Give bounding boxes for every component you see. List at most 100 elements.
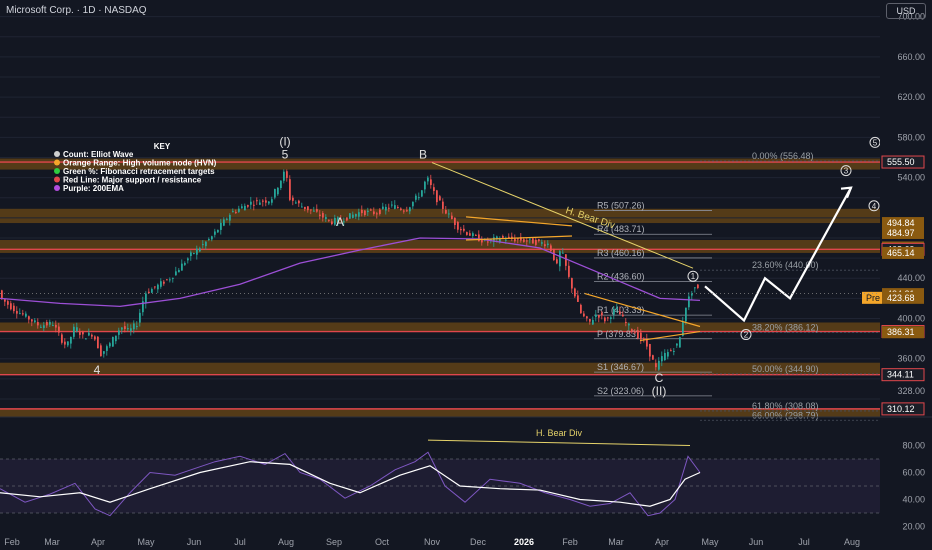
candle-body	[640, 332, 642, 340]
fib-label-0: 0.00% (556.48)	[752, 151, 814, 161]
candle-body	[178, 270, 180, 273]
candle-body	[397, 207, 399, 209]
time-tick-5: Jul	[234, 537, 246, 547]
candle-body	[370, 209, 372, 211]
time-tick-2: Apr	[91, 537, 105, 547]
candle-body	[25, 313, 27, 317]
time-tick-16: Jun	[749, 537, 764, 547]
candle-body	[418, 197, 420, 199]
candle-body	[82, 331, 84, 335]
time-tick-10: Dec	[470, 537, 487, 547]
candle-body	[625, 321, 627, 324]
currency-button[interactable]: USD	[886, 3, 926, 19]
time-tick-9: Nov	[424, 537, 441, 547]
candle-body	[523, 239, 525, 242]
candle-body	[163, 281, 165, 284]
candle-body	[244, 205, 246, 211]
candle-body	[439, 196, 441, 201]
candle-body	[10, 303, 12, 310]
candle-body	[175, 271, 177, 276]
price-label-2: 484.97	[887, 228, 915, 238]
candle-body	[568, 265, 570, 277]
candle-body	[292, 197, 294, 201]
candle-body	[199, 248, 201, 252]
candle-body	[52, 325, 54, 327]
candle-body	[118, 330, 120, 335]
price-label-11: 344.11	[887, 370, 914, 380]
candle-body	[505, 239, 507, 241]
candle-body	[1, 290, 3, 299]
price-tick-0: 328.00	[897, 386, 925, 396]
time-tick-6: Aug	[278, 537, 294, 547]
candle-body	[535, 239, 537, 245]
candle-body	[475, 234, 477, 236]
candle-body	[85, 338, 87, 340]
candle-body	[43, 325, 45, 328]
candle-body	[310, 209, 312, 211]
fib-label-2: 38.20% (386.12)	[752, 322, 819, 332]
candle-body	[664, 352, 666, 361]
candle-body	[298, 200, 300, 204]
time-tick-7: Sep	[326, 537, 342, 547]
candle-body	[259, 202, 261, 205]
candle-body	[4, 299, 6, 302]
projection-path	[704, 186, 853, 323]
price-chart[interactable]: 0.00% (556.48)23.60% (440.00)38.20% (386…	[0, 0, 932, 550]
fib-label-3: 50.00% (344.90)	[752, 364, 819, 374]
candle-body	[106, 346, 108, 351]
chart-title: Microsoft Corp. · 1D · NASDAQ	[6, 5, 147, 16]
legend-swatch-4	[54, 185, 60, 191]
channel-lower	[639, 330, 701, 342]
candle-body	[91, 334, 93, 337]
rsi-tick-3: 80.00	[902, 441, 925, 451]
price-tick-6: 620.00	[897, 92, 925, 102]
candle-body	[214, 231, 216, 235]
candle-body	[40, 326, 42, 328]
candle-body	[115, 335, 117, 342]
wave-circle-label-2: 3	[844, 167, 849, 176]
candle-body	[307, 206, 309, 211]
candle-body	[586, 316, 588, 319]
time-tick-18: Aug	[844, 537, 860, 547]
time-tick-11: 2026	[514, 537, 534, 547]
candle-body	[181, 263, 183, 271]
candle-body	[430, 179, 432, 186]
candle-body	[22, 313, 24, 315]
candle-body	[130, 328, 132, 331]
rsi-tick-2: 60.00	[902, 468, 925, 478]
wave-label-3: A	[336, 215, 344, 229]
candle-body	[367, 210, 369, 213]
candle-body	[433, 187, 435, 192]
candle-body	[460, 228, 462, 231]
price-tick-5: 580.00	[897, 132, 925, 142]
candle-body	[649, 344, 651, 357]
time-tick-17: Jul	[798, 537, 810, 547]
candle-body	[529, 238, 531, 240]
candle-body	[331, 221, 333, 225]
time-axis: Feb Mar Apr May Jun Jul Aug Sep Oct Nov Dec 2026 Feb…	[4, 537, 860, 547]
price-label-1: 494.84	[887, 218, 915, 228]
time-tick-1: Mar	[44, 537, 60, 547]
candle-body	[667, 352, 669, 357]
candle-body	[289, 179, 291, 200]
rsi-div-label: H. Bear Div	[536, 428, 583, 438]
candle-body	[220, 222, 222, 230]
projection-line	[704, 187, 852, 323]
candle-body	[154, 286, 156, 288]
candle-body	[403, 210, 405, 212]
candle-body	[223, 219, 225, 226]
candle-body	[265, 200, 267, 203]
candle-body	[271, 199, 273, 203]
candle-body	[349, 213, 351, 219]
price-label-5: 465.14	[887, 248, 915, 258]
candle-body	[559, 251, 561, 267]
candle-body	[652, 355, 654, 360]
price-label-12: 310.12	[887, 404, 915, 414]
candle-body	[97, 336, 99, 349]
candle-body	[406, 210, 408, 212]
candle-body	[313, 210, 315, 212]
time-tick-3: May	[137, 537, 155, 547]
candle-body	[487, 241, 489, 243]
wave-label-5: C	[655, 371, 664, 385]
candle-body	[151, 289, 153, 293]
